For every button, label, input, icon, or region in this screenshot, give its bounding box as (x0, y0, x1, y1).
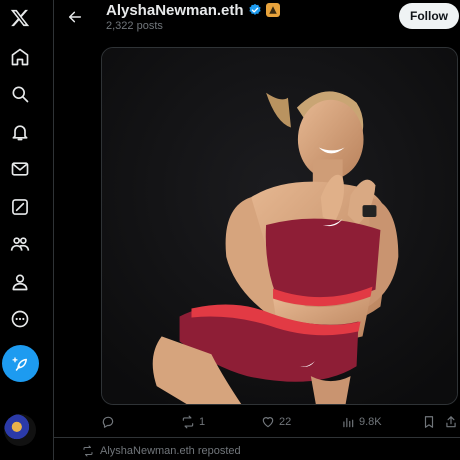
x-logo-icon[interactable] (0, 0, 40, 36)
repost-count: 1 (199, 416, 206, 428)
compose-post-button[interactable] (2, 345, 39, 382)
athlete-photo-illustration (102, 48, 457, 404)
profile-header: AlyshaNewman.eth 2,322 posts Follow (54, 0, 460, 42)
sidebar-nav (0, 0, 40, 460)
views-button[interactable]: 9.8K (341, 412, 382, 432)
views-count: 9.8K (359, 416, 382, 428)
back-arrow-icon[interactable] (64, 6, 86, 28)
grok-icon[interactable] (0, 189, 40, 225)
column-divider (53, 0, 54, 460)
verified-badge-icon (248, 3, 262, 17)
bookmark-button[interactable] (422, 412, 436, 432)
profile-icon[interactable] (0, 264, 40, 300)
communities-icon[interactable] (0, 226, 40, 262)
reply-bubble-icon (102, 416, 114, 428)
post-action-bar: 1 22 9.8K (101, 412, 460, 432)
like-button[interactable]: 22 (261, 412, 291, 432)
notifications-bell-icon[interactable] (0, 114, 40, 150)
post-divider (54, 437, 460, 438)
like-count: 22 (279, 416, 292, 428)
views-chart-icon (343, 417, 354, 428)
messages-envelope-icon[interactable] (0, 151, 40, 187)
share-button[interactable] (444, 412, 458, 432)
repost-banner: AlyshaNewman.eth reposted (82, 444, 241, 458)
home-icon[interactable] (0, 39, 40, 75)
display-name: AlyshaNewman.eth (106, 1, 244, 19)
repost-arrows-icon (182, 415, 194, 429)
repost-banner-text[interactable]: AlyshaNewman.eth reposted (100, 445, 241, 457)
follow-button[interactable]: Follow (399, 3, 459, 29)
share-upload-icon (446, 416, 456, 428)
post-media-image[interactable] (101, 47, 458, 405)
post-count: 2,322 posts (106, 20, 163, 32)
account-avatar[interactable] (4, 414, 36, 446)
affiliate-badge-icon (265, 3, 280, 17)
more-options-icon[interactable] (0, 301, 40, 337)
repost-button[interactable]: 1 (181, 412, 205, 432)
feather-plus-icon (11, 356, 27, 371)
reply-button[interactable] (101, 412, 119, 432)
bookmark-icon (424, 416, 434, 428)
profile-name-row: AlyshaNewman.eth (106, 0, 280, 20)
search-icon[interactable] (0, 76, 40, 112)
heart-icon (262, 417, 274, 428)
repost-indicator-icon (83, 445, 93, 457)
